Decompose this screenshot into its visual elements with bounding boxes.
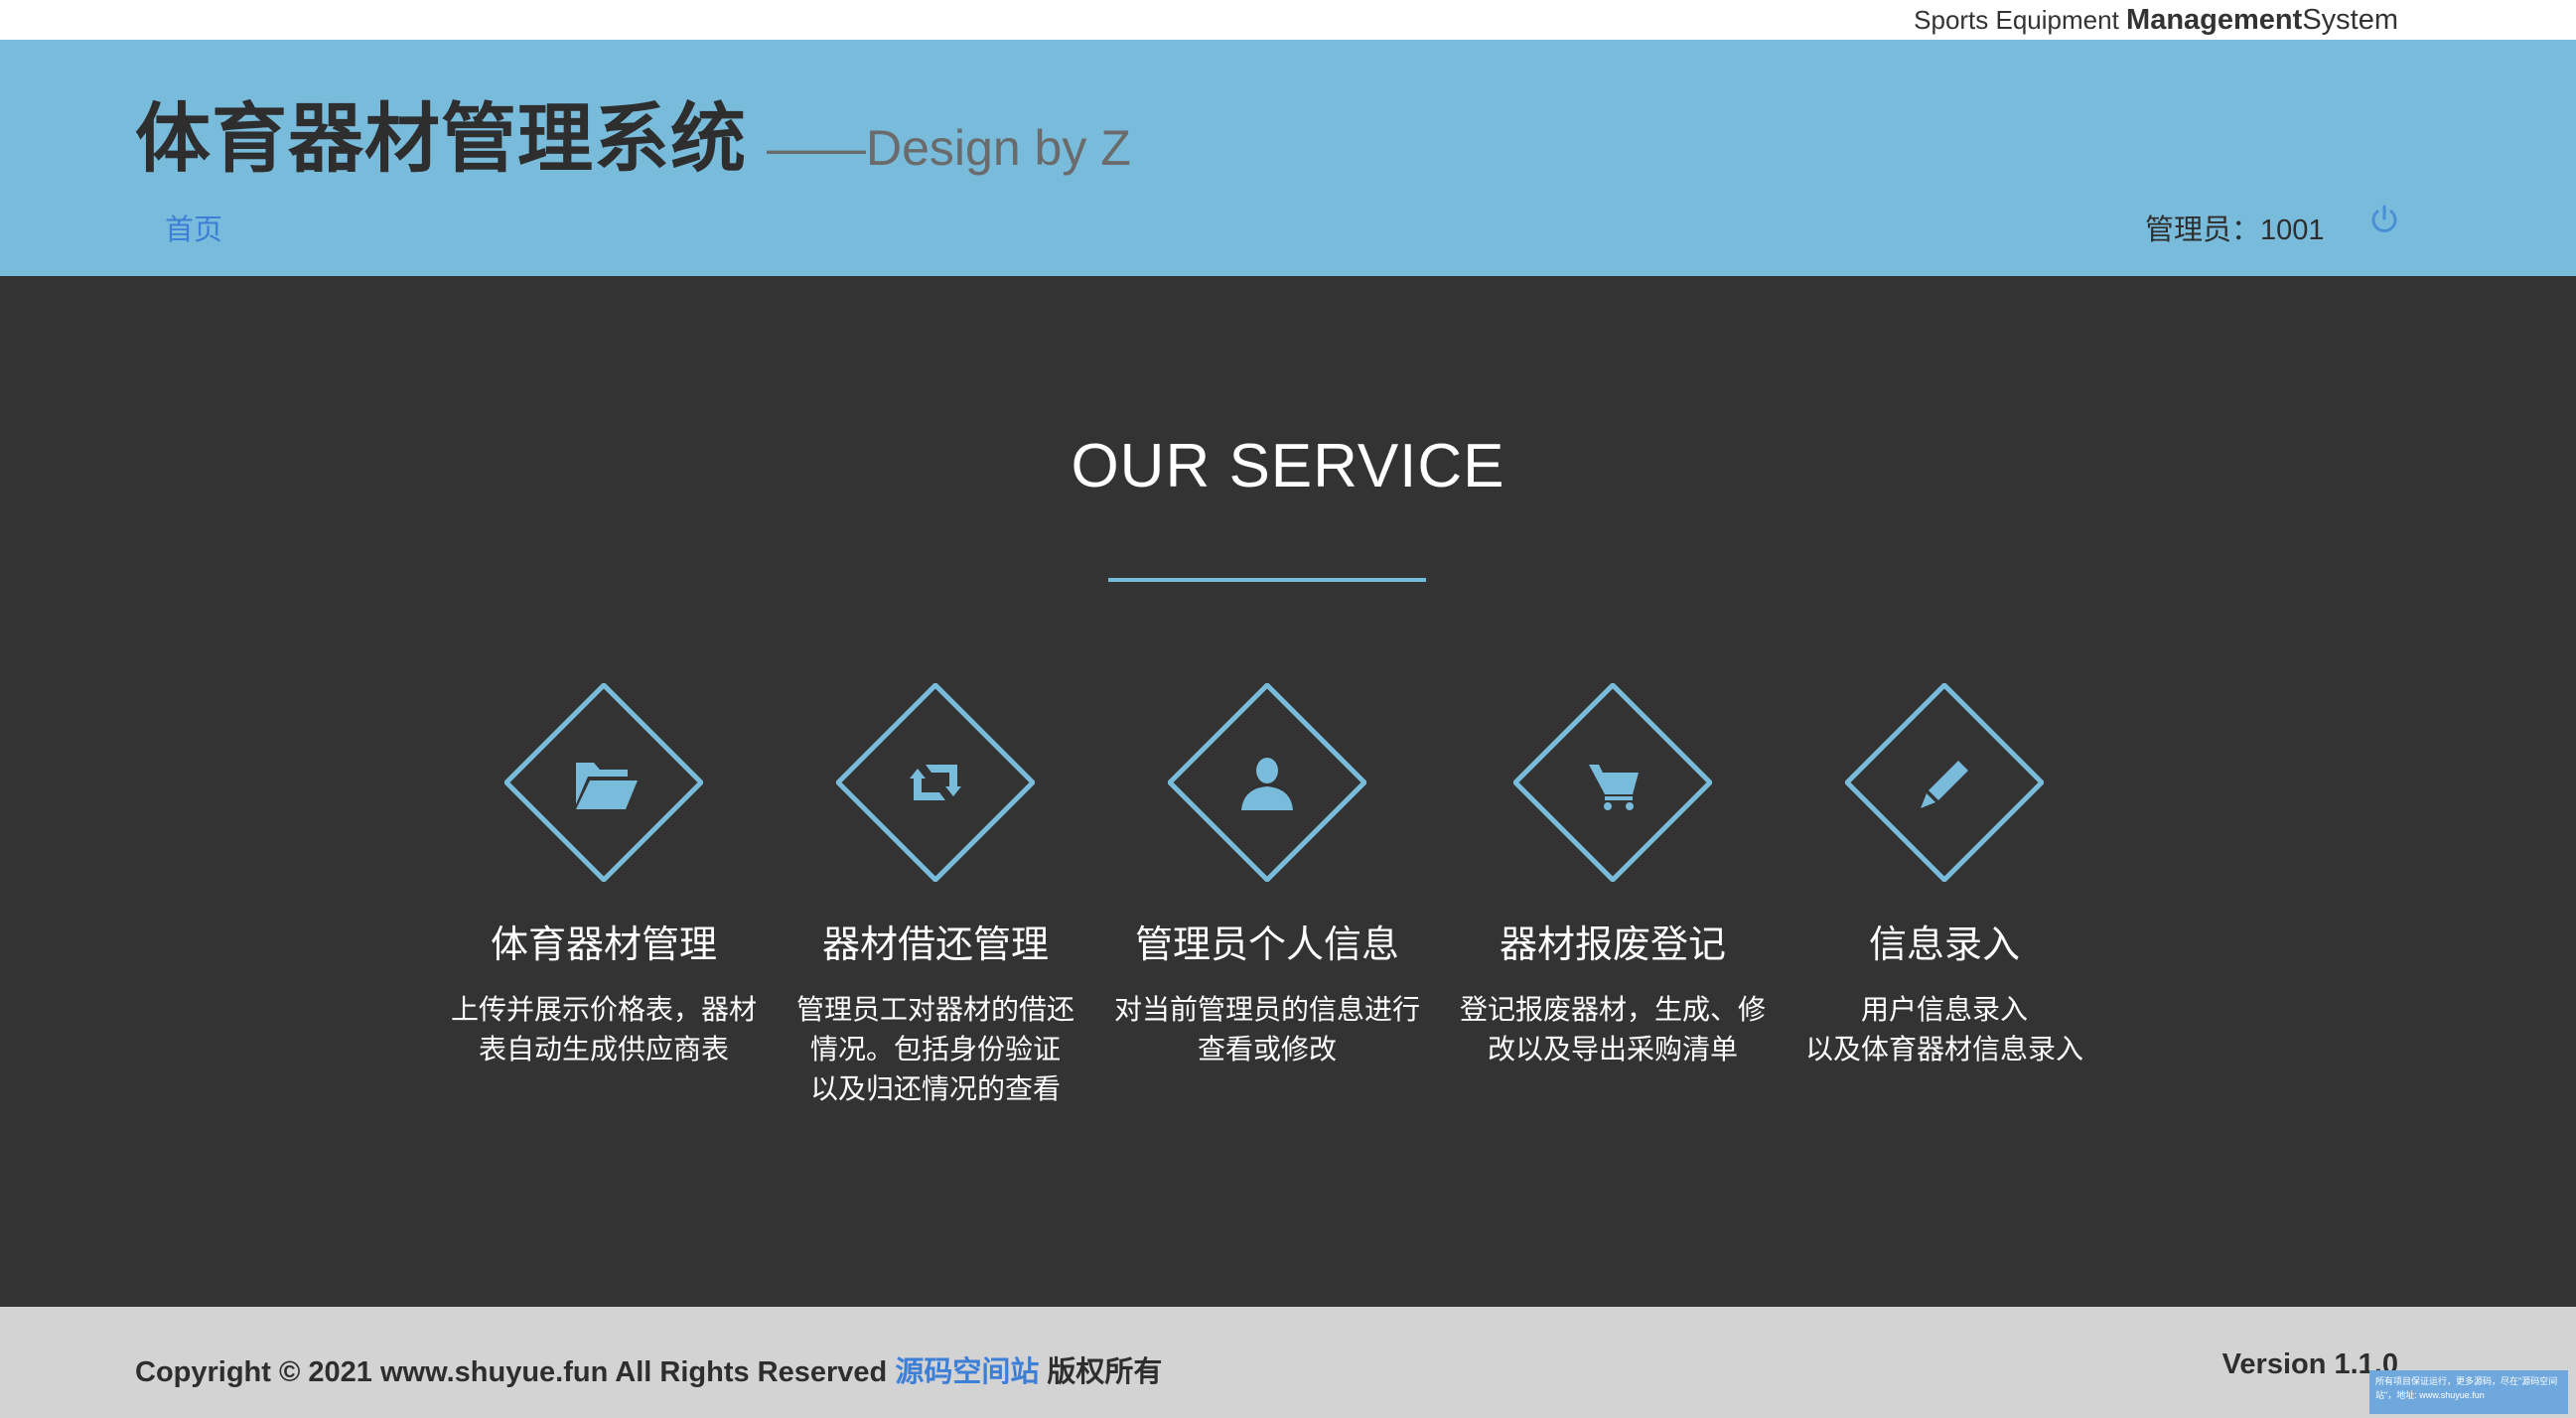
service-item-data-entry[interactable]: 信息录入 用户信息录入 以及体育器材信息录入 (1776, 683, 2113, 1069)
nav-home-link[interactable]: 首页 (165, 207, 222, 248)
service-item-desc: 登记报废器材，生成、修 改以及导出采购清单 (1444, 990, 1782, 1069)
service-item-name: 体育器材管理 (490, 924, 717, 966)
service-item-desc: 上传并展示价格表，器材 表自动生成供应商表 (435, 990, 773, 1069)
pencil-icon (1921, 761, 1968, 808)
page-subtitle: ——Design by Z (767, 120, 1131, 176)
system-name-small: Sports Equipment (1914, 5, 2119, 35)
system-name: Sports Equipment ManagementSystem (1914, 4, 2398, 37)
service-item-desc: 对当前管理员的信息进行 查看或修改 (1098, 990, 1436, 1069)
diamond-frame (836, 683, 1035, 882)
service-item-desc: 用户信息录入 以及体育器材信息录入 (1776, 990, 2113, 1069)
desc-line: 表自动生成供应商表 (478, 1034, 729, 1064)
service-item-desc: 管理员工对器材的借还 情况。包括身份验证 以及归还情况的查看 (767, 990, 1104, 1109)
brand: 体育器材管理系统 ——Design by Z (135, 77, 1131, 187)
copyright-text: Copyright © 2021 www.shuyue.fun All Righ… (135, 1356, 888, 1388)
copyright: Copyright © 2021 www.shuyue.fun All Righ… (135, 1348, 1162, 1390)
desc-line: 登记报废器材，生成、修 (1459, 994, 1766, 1025)
power-icon[interactable] (2367, 203, 2401, 236)
desc-line: 上传并展示价格表，器材 (450, 994, 757, 1025)
system-name-tail: System (2302, 4, 2398, 36)
folder-open-icon (576, 763, 638, 809)
desc-line: 以及归还情况的查看 (809, 1073, 1061, 1104)
service-heading: OUR SERVICE (1071, 432, 1505, 500)
diamond-frame (1845, 683, 2044, 882)
retweet-icon (910, 765, 961, 800)
service-item-scrap[interactable]: 器材报废登记 登记报废器材，生成、修 改以及导出采购清单 (1444, 683, 1782, 1069)
footer: Copyright © 2021 www.shuyue.fun All Righ… (0, 1307, 2576, 1418)
heading-underline (1108, 578, 1426, 582)
user-icon (1241, 758, 1293, 810)
admin-label: 管理员：1001 (2145, 214, 2325, 246)
service-item-name: 器材报废登记 (1499, 924, 1726, 966)
service-item-borrow[interactable]: 器材借还管理 管理员工对器材的借还 情况。包括身份验证 以及归还情况的查看 (767, 683, 1104, 1109)
shopping-cart-icon (1589, 765, 1639, 810)
service-item-equipment[interactable]: 体育器材管理 上传并展示价格表，器材 表自动生成供应商表 (435, 683, 773, 1069)
service-item-admin-info[interactable]: 管理员个人信息 对当前管理员的信息进行 查看或修改 (1098, 683, 1436, 1069)
diamond-frame (504, 683, 703, 882)
desc-line: 情况。包括身份验证 (809, 1034, 1061, 1064)
diamond-frame (1168, 683, 1366, 882)
page-title: 体育器材管理系统 (135, 97, 747, 182)
service-section: OUR SERVICE 体育器材管理 上传并展示价格表，器材 表自动生成供应商表 (0, 276, 2576, 1307)
service-item-name: 器材借还管理 (821, 924, 1049, 966)
desc-line: 查看或修改 (1197, 1034, 1337, 1064)
system-name-bold: Management (2126, 4, 2303, 36)
desc-line: 改以及导出采购清单 (1487, 1034, 1738, 1064)
desc-line: 对当前管理员的信息进行 (1113, 994, 1420, 1025)
header: 体育器材管理系统 ——Design by Z 首页 管理员：1001 (0, 40, 2576, 276)
footer-link[interactable]: 源码空间站 (895, 1356, 1039, 1388)
copyright-suffix: 版权所有 (1047, 1356, 1163, 1388)
desc-line: 以及体育器材信息录入 (1804, 1034, 2083, 1064)
service-item-name: 管理员个人信息 (1134, 924, 1399, 966)
diamond-frame (1513, 683, 1712, 882)
corner-note: 所有项目保证运行，更多源码，尽在"源码空间站"，地址: www.shuyue.f… (2369, 1370, 2568, 1414)
top-strip: Sports Equipment ManagementSystem (0, 0, 2576, 40)
desc-line: 管理员工对器材的借还 (795, 994, 1074, 1025)
service-item-name: 信息录入 (1868, 924, 2020, 966)
desc-line: 用户信息录入 (1860, 994, 2028, 1025)
